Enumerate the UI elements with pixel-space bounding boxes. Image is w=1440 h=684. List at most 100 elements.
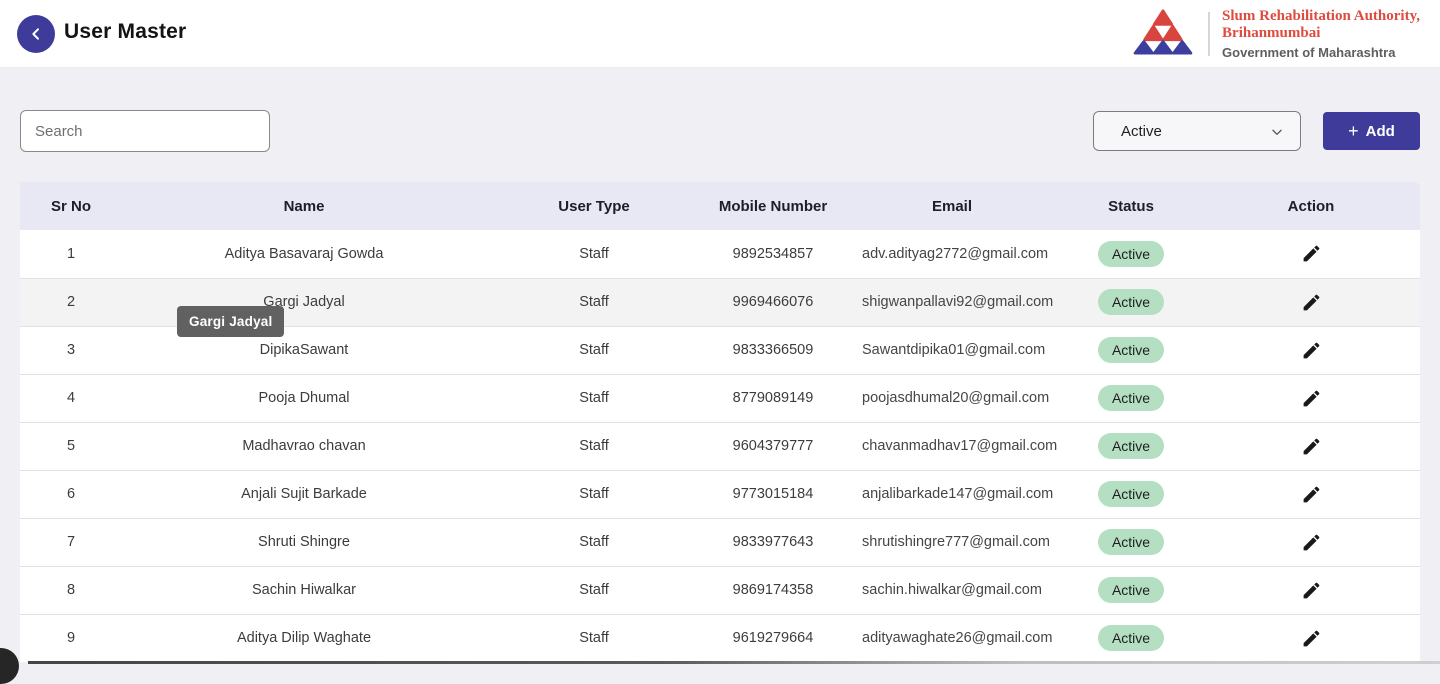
name-tooltip: Gargi Jadyal (177, 306, 284, 337)
org-subtitle: Government of Maharashtra (1222, 45, 1420, 60)
cell-email: chavanmadhav17@gmail.com (844, 422, 1060, 470)
table-row[interactable]: 7 Shruti Shingre Staff 9833977643 shruti… (20, 518, 1420, 566)
edit-button[interactable] (1296, 623, 1326, 653)
cell-name: Madhavrao chavan (122, 422, 486, 470)
status-badge: Active (1098, 337, 1164, 363)
edit-pencil-icon (1301, 628, 1322, 649)
cell-action (1202, 518, 1420, 566)
edit-button[interactable] (1296, 239, 1326, 269)
cell-email: poojasdhumal20@gmail.com (844, 374, 1060, 422)
back-button[interactable] (17, 15, 55, 53)
edit-button[interactable] (1296, 287, 1326, 317)
status-badge: Active (1098, 289, 1164, 315)
edit-button[interactable] (1296, 431, 1326, 461)
add-button[interactable]: + Add (1323, 112, 1420, 150)
cell-status: Active (1060, 422, 1202, 470)
status-badge: Active (1098, 577, 1164, 603)
edit-pencil-icon (1301, 292, 1322, 313)
org-name-line2: Brihanmumbai (1222, 25, 1420, 42)
edit-pencil-icon (1301, 436, 1322, 457)
column-header: Name (122, 182, 486, 230)
status-badge: Active (1098, 625, 1164, 651)
cell-user-type: Staff (486, 278, 702, 326)
column-header: Mobile Number (702, 182, 844, 230)
chevron-down-icon (1270, 125, 1284, 144)
table-row[interactable]: 5 Madhavrao chavan Staff 9604379777 chav… (20, 422, 1420, 470)
cell-sr-no: 4 (20, 374, 122, 422)
search-input[interactable] (20, 110, 270, 152)
cell-action (1202, 374, 1420, 422)
cell-action (1202, 422, 1420, 470)
cell-sr-no: 9 (20, 614, 122, 662)
column-header: Sr No (20, 182, 122, 230)
cell-user-type: Staff (486, 326, 702, 374)
column-header: Status (1060, 182, 1202, 230)
cell-mobile: 9833366509 (702, 326, 844, 374)
cell-name: Anjali Sujit Barkade (122, 470, 486, 518)
cell-action (1202, 614, 1420, 662)
edit-pencil-icon (1301, 243, 1322, 264)
table-row[interactable]: 4 Pooja Dhumal Staff 8779089149 poojasdh… (20, 374, 1420, 422)
cell-sr-no: 7 (20, 518, 122, 566)
cell-sr-no: 1 (20, 230, 122, 278)
bottom-left-fab[interactable] (0, 648, 19, 684)
column-header: User Type (486, 182, 702, 230)
cell-action (1202, 470, 1420, 518)
edit-button[interactable] (1296, 479, 1326, 509)
edit-pencil-icon (1301, 532, 1322, 553)
cell-name: Aditya Basavaraj Gowda (122, 230, 486, 278)
cell-status: Active (1060, 326, 1202, 374)
status-filter-select[interactable]: Active (1093, 111, 1301, 151)
cell-sr-no: 3 (20, 326, 122, 374)
status-badge: Active (1098, 385, 1164, 411)
cell-mobile: 9773015184 (702, 470, 844, 518)
page-title: User Master (64, 20, 186, 44)
cell-name: Shruti Shingre (122, 518, 486, 566)
cell-mobile: 9604379777 (702, 422, 844, 470)
cell-email: anjalibarkade147@gmail.com (844, 470, 1060, 518)
table-row[interactable]: 8 Sachin Hiwalkar Staff 9869174358 sachi… (20, 566, 1420, 614)
cell-email: adv.adityag2772@gmail.com (844, 230, 1060, 278)
cell-mobile: 9869174358 (702, 566, 844, 614)
cell-status: Active (1060, 278, 1202, 326)
table-row[interactable]: 1 Aditya Basavaraj Gowda Staff 989253485… (20, 230, 1420, 278)
cell-mobile: 9619279664 (702, 614, 844, 662)
table-row[interactable]: 6 Anjali Sujit Barkade Staff 9773015184 … (20, 470, 1420, 518)
chevron-left-icon (28, 26, 44, 42)
cell-status: Active (1060, 518, 1202, 566)
status-badge: Active (1098, 481, 1164, 507)
org-name-line1: Slum Rehabilitation Authority, (1222, 8, 1420, 25)
cell-sr-no: 2 (20, 278, 122, 326)
cell-status: Active (1060, 230, 1202, 278)
edit-button[interactable] (1296, 575, 1326, 605)
sra-triangle-logo-icon (1130, 8, 1208, 61)
cell-status: Active (1060, 374, 1202, 422)
edit-pencil-icon (1301, 340, 1322, 361)
status-filter-value: Active (1094, 123, 1162, 140)
edit-button[interactable] (1296, 383, 1326, 413)
cell-user-type: Staff (486, 230, 702, 278)
column-header: Email (844, 182, 1060, 230)
cell-status: Active (1060, 566, 1202, 614)
cell-action (1202, 326, 1420, 374)
cell-mobile: 9892534857 (702, 230, 844, 278)
app-bar: User Master Slum Rehabilitation Authorit… (0, 0, 1440, 68)
table-row[interactable]: 9 Aditya Dilip Waghate Staff 9619279664 … (20, 614, 1420, 662)
cell-email: shrutishingre777@gmail.com (844, 518, 1060, 566)
cell-user-type: Staff (486, 422, 702, 470)
cell-user-type: Staff (486, 518, 702, 566)
edit-button[interactable] (1296, 527, 1326, 557)
cell-name: Aditya Dilip Waghate (122, 614, 486, 662)
cell-user-type: Staff (486, 566, 702, 614)
add-button-label: Add (1366, 123, 1395, 140)
cell-email: sachin.hiwalkar@gmail.com (844, 566, 1060, 614)
cell-email: shigwanpallavi92@gmail.com (844, 278, 1060, 326)
cell-user-type: Staff (486, 614, 702, 662)
edit-pencil-icon (1301, 580, 1322, 601)
cell-status: Active (1060, 614, 1202, 662)
cell-action (1202, 566, 1420, 614)
edit-button[interactable] (1296, 335, 1326, 365)
cell-mobile: 8779089149 (702, 374, 844, 422)
cell-sr-no: 6 (20, 470, 122, 518)
edit-pencil-icon (1301, 484, 1322, 505)
